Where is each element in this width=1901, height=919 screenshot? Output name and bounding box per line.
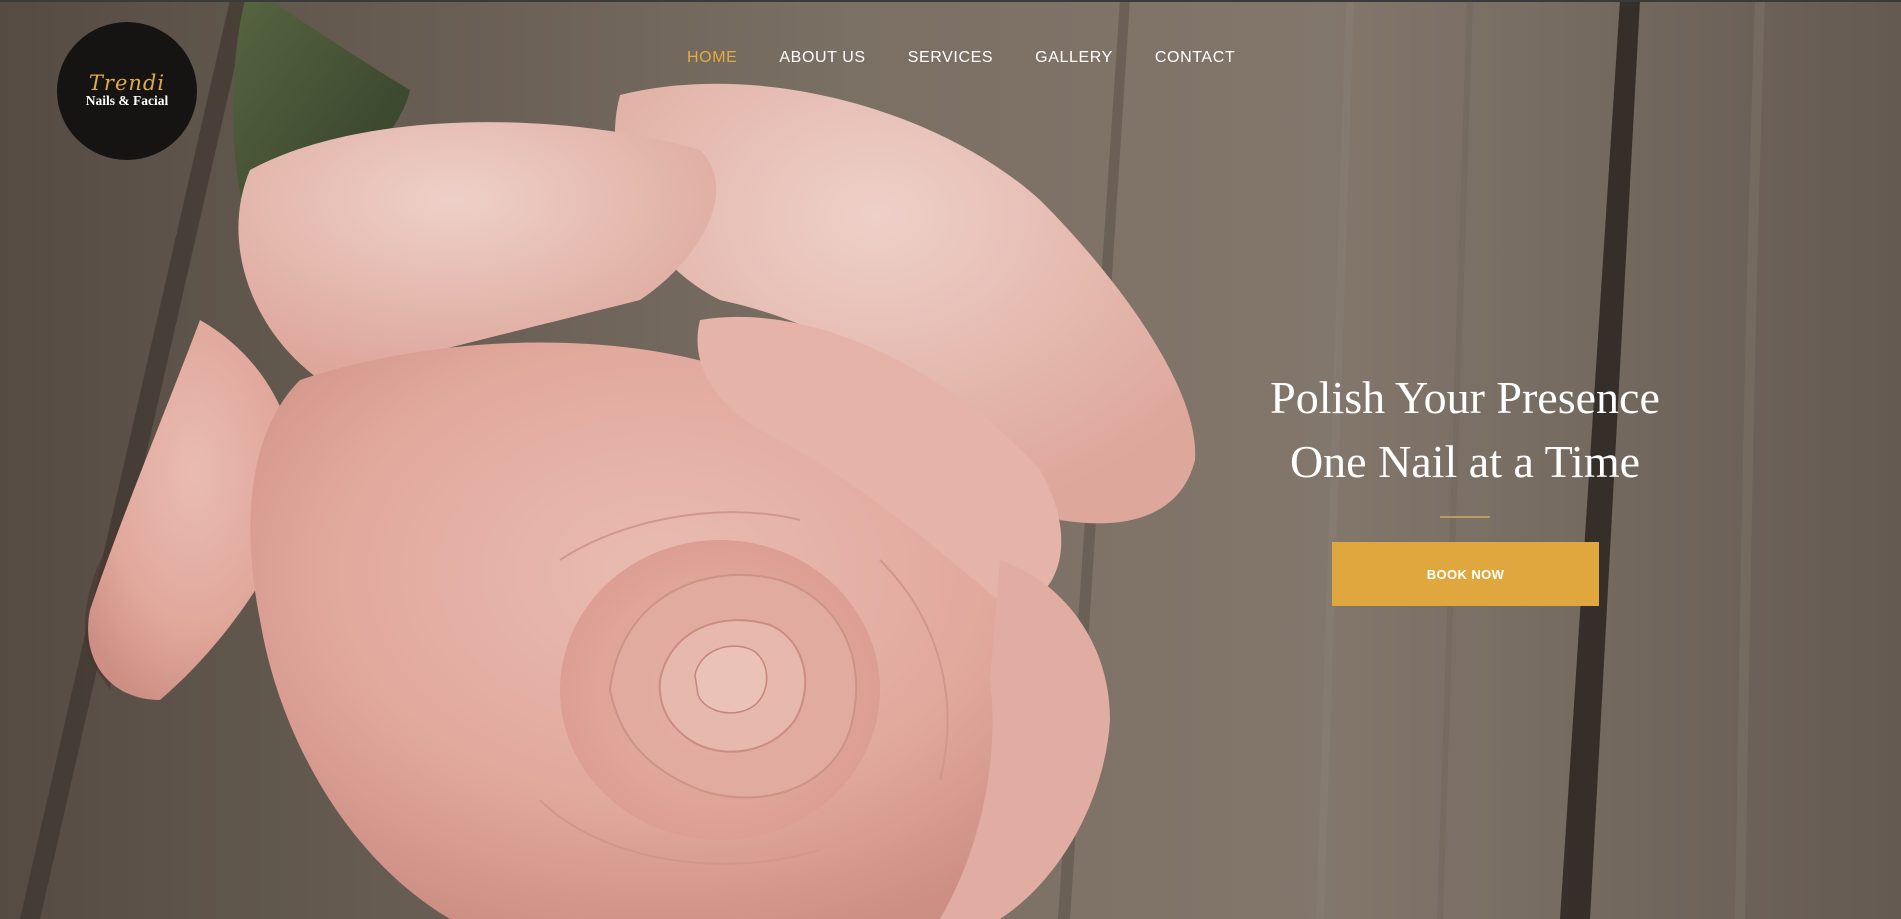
hero-section: Trendi Nails & Facial HOME ABOUT US SERV… <box>0 0 1901 919</box>
logo[interactable]: Trendi Nails & Facial <box>57 22 197 160</box>
hero-headline-line-2: One Nail at a Time <box>1289 436 1641 487</box>
hero-headline-line-1: Polish Your Presence <box>1270 372 1660 423</box>
nav-item-services[interactable]: SERVICES <box>908 48 993 68</box>
logo-subtitle: Nails & Facial <box>85 93 169 108</box>
book-now-button[interactable]: BOOK NOW <box>1332 542 1599 606</box>
main-nav: HOME ABOUT US SERVICES GALLERY CONTACT <box>687 48 1277 68</box>
nav-item-about-us[interactable]: ABOUT US <box>779 48 865 68</box>
hero-headline: Polish Your Presence One Nail at a Time <box>1225 366 1705 494</box>
headline-divider <box>1440 516 1490 518</box>
nav-item-contact[interactable]: CONTACT <box>1155 48 1235 68</box>
logo-script-text: Trendi <box>88 71 166 95</box>
nav-item-home[interactable]: HOME <box>687 48 737 68</box>
nav-item-gallery[interactable]: GALLERY <box>1035 48 1113 68</box>
top-border <box>0 0 1901 2</box>
